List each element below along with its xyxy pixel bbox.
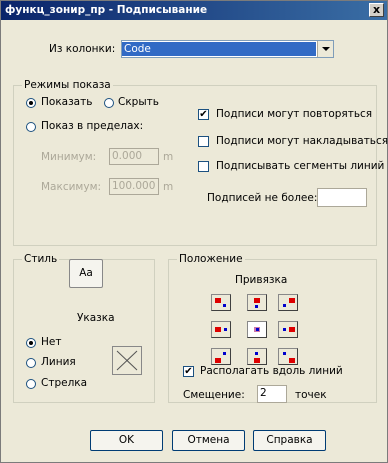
hide-label: Скрыть bbox=[118, 96, 159, 108]
overlap-label: Подписи могут накладываться bbox=[216, 135, 388, 147]
pointer-none-radio[interactable] bbox=[26, 338, 36, 348]
anchor-middle-right[interactable] bbox=[278, 321, 298, 338]
anchor-point-icon bbox=[224, 328, 227, 331]
segments-label: Подписывать сегменты линий bbox=[216, 160, 385, 172]
offset-label: Смещение: bbox=[183, 389, 245, 401]
max-label: Максимум: bbox=[41, 181, 102, 193]
column-label: Из колонки: bbox=[49, 43, 116, 55]
max-count-input[interactable] bbox=[317, 188, 367, 207]
pointer-label: Указка bbox=[77, 312, 115, 324]
window-title: функц_зонир_пр - Подписывание bbox=[5, 4, 208, 16]
title-bar[interactable]: функц_зонир_пр - Подписывание x bbox=[1, 1, 387, 20]
min-input[interactable]: 0.000 bbox=[109, 148, 159, 165]
anchor-marker-icon bbox=[215, 327, 221, 332]
cross-icon bbox=[116, 350, 138, 371]
anchor-marker-icon bbox=[215, 358, 221, 363]
offset-input[interactable]: 2 bbox=[257, 385, 287, 403]
help-button[interactable]: Справка bbox=[253, 430, 326, 451]
max-input[interactable]: 100.000 bbox=[109, 178, 159, 195]
overlap-checkbox[interactable] bbox=[198, 136, 209, 147]
max-count-label: Подписей не более: bbox=[207, 192, 318, 204]
min-unit: m bbox=[163, 151, 174, 163]
show-label: Показать bbox=[41, 96, 93, 108]
anchor-point-icon bbox=[283, 304, 286, 307]
anchor-point-icon bbox=[256, 328, 259, 331]
anchor-point-icon bbox=[283, 328, 286, 331]
anchor-point-icon bbox=[255, 352, 258, 355]
anchor-middle-left[interactable] bbox=[211, 321, 231, 338]
pointer-line-label: Линия bbox=[41, 356, 76, 368]
anchor-center[interactable] bbox=[247, 321, 267, 338]
max-unit: m bbox=[163, 181, 174, 193]
anchor-label: Привязка bbox=[235, 274, 288, 286]
ok-button[interactable]: OK bbox=[90, 430, 163, 451]
anchor-top-right[interactable] bbox=[278, 294, 298, 311]
anchor-top-left[interactable] bbox=[211, 294, 231, 311]
show-radio[interactable] bbox=[26, 98, 36, 108]
offset-unit: точек bbox=[295, 389, 327, 401]
along-lines-label: Располагать вдоль линий bbox=[200, 365, 343, 377]
style-group-title: Стиль bbox=[22, 253, 60, 265]
cancel-button[interactable]: Отмена bbox=[172, 430, 245, 451]
chevron-down-icon[interactable] bbox=[317, 41, 333, 57]
anchor-marker-icon bbox=[289, 298, 295, 303]
anchor-top-center[interactable] bbox=[247, 294, 267, 311]
anchor-marker-icon bbox=[254, 298, 260, 303]
anchor-point-icon bbox=[255, 305, 258, 308]
segments-checkbox[interactable] bbox=[198, 161, 209, 172]
anchor-bottom-left[interactable] bbox=[211, 348, 231, 365]
pointer-none-label: Нет bbox=[41, 336, 62, 348]
pointer-arrow-label: Стрелка bbox=[41, 377, 88, 389]
column-select[interactable]: Code bbox=[121, 40, 334, 58]
anchor-point-icon bbox=[223, 352, 226, 355]
min-label: Минимум: bbox=[41, 151, 97, 163]
repeat-checkbox[interactable]: ✔ bbox=[198, 109, 209, 120]
anchor-marker-icon bbox=[289, 358, 295, 363]
range-label: Показ в пределах: bbox=[41, 120, 144, 132]
pointer-preview-button[interactable] bbox=[112, 346, 142, 375]
column-select-value: Code bbox=[122, 42, 316, 56]
anchor-point-icon bbox=[283, 352, 286, 355]
anchor-bottom-center[interactable] bbox=[247, 348, 267, 365]
hide-radio[interactable] bbox=[104, 98, 114, 108]
anchor-marker-icon bbox=[215, 298, 221, 303]
close-button[interactable]: x bbox=[369, 3, 384, 17]
anchor-marker-icon bbox=[289, 327, 295, 332]
pointer-line-radio[interactable] bbox=[26, 358, 36, 368]
anchor-point-icon bbox=[223, 304, 226, 307]
pointer-arrow-radio[interactable] bbox=[26, 379, 36, 389]
position-group-title: Положение bbox=[177, 253, 245, 265]
anchor-bottom-right[interactable] bbox=[278, 348, 298, 365]
label-dialog: функц_зонир_пр - Подписывание x Из колон… bbox=[0, 0, 388, 463]
repeat-label: Подписи могут повторяться bbox=[216, 108, 373, 120]
along-lines-checkbox[interactable]: ✔ bbox=[183, 366, 194, 377]
font-button[interactable]: Aa bbox=[69, 259, 103, 288]
range-radio[interactable] bbox=[26, 122, 36, 132]
anchor-marker-icon bbox=[254, 358, 260, 363]
modes-group-title: Режимы показа bbox=[22, 79, 113, 91]
